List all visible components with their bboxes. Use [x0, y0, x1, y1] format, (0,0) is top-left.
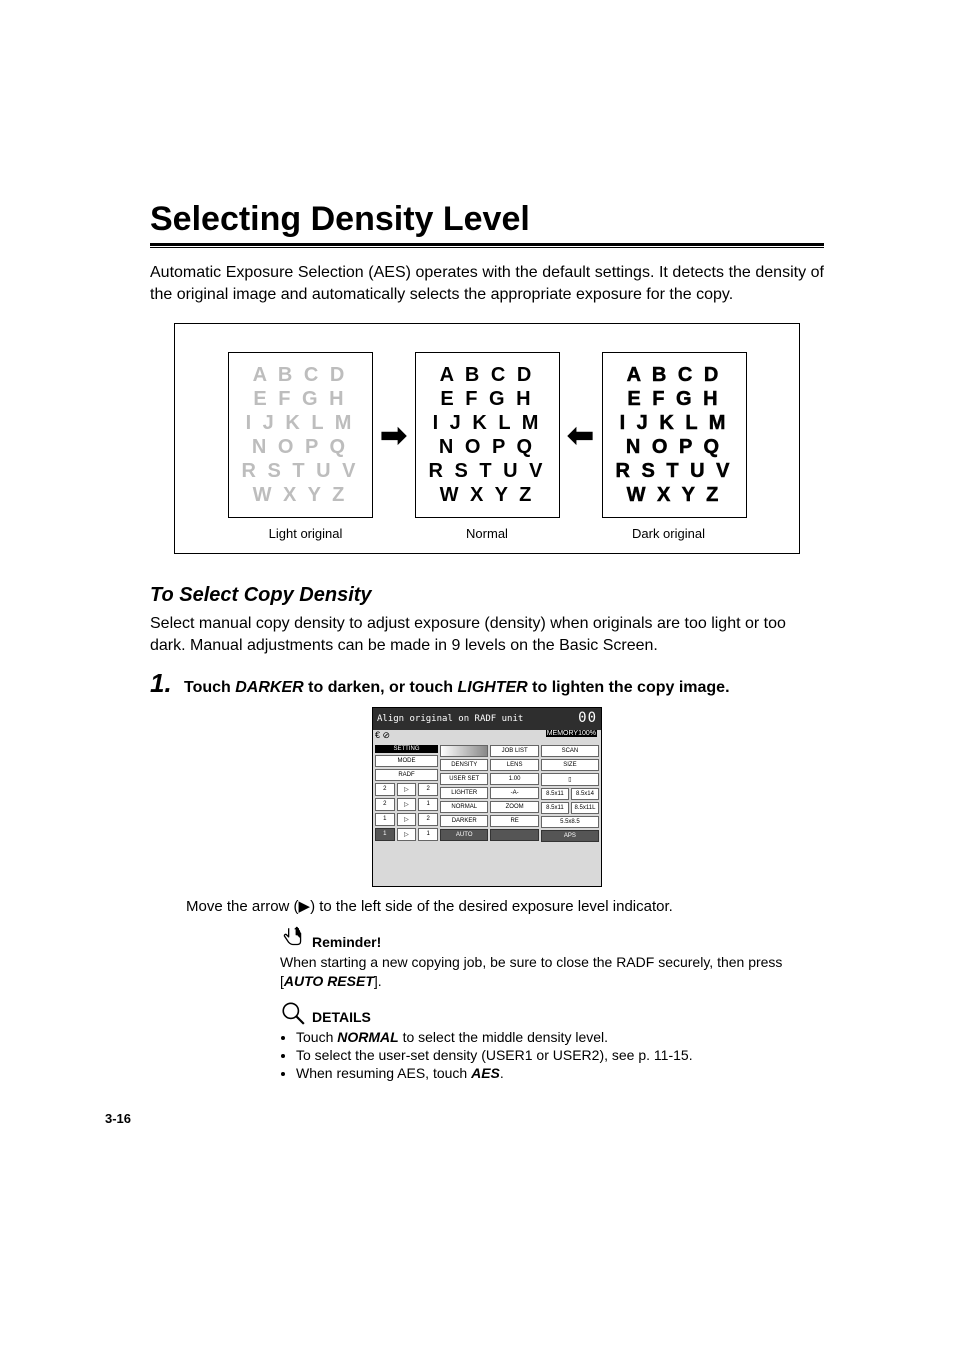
details-title: DETAILS — [312, 1008, 371, 1026]
screen-counter: 00 — [578, 710, 597, 726]
dark-sample: A B C D E F G H I J K L M N O P Q R S T … — [602, 352, 747, 518]
density-figure: A B C D E F G H I J K L M N O P Q R S T … — [174, 323, 800, 554]
screen-status-icons: € ⊘ — [375, 730, 390, 741]
screen-memory: MEMORY100% — [546, 730, 597, 737]
lens-label: LENS — [490, 759, 538, 771]
a-button[interactable]: -A- — [490, 787, 538, 799]
magnifier-icon — [280, 1000, 306, 1026]
reminder-body: When starting a new copying job, be sure… — [280, 953, 824, 989]
lens-value[interactable]: 1.00 — [490, 773, 538, 785]
triangle-right-icon: ▶ — [299, 898, 311, 915]
joblist-button[interactable]: JOB LIST — [490, 745, 538, 757]
darker-button[interactable]: DARKER — [440, 815, 488, 827]
subheading: To Select Copy Density — [150, 584, 824, 607]
select-body: Select manual copy density to adjust exp… — [150, 613, 824, 656]
step-number: 1. — [150, 668, 184, 699]
setting-header: SETTING — [375, 745, 438, 753]
density-grad — [440, 745, 488, 757]
normal-sample: A B C D E F G H I J K L M N O P Q R S T … — [415, 352, 560, 518]
reminder-block: Reminder! When starting a new copying jo… — [280, 925, 824, 989]
caption-dark: Dark original — [596, 526, 741, 541]
details-item-normal: Touch NORMAL to select the middle densit… — [296, 1028, 824, 1046]
size-label: SIZE — [541, 759, 599, 771]
move-arrow-text: Move the arrow (▶) to the left side of t… — [186, 897, 824, 915]
mode-label: MODE — [375, 755, 438, 767]
caption-light: Light original — [233, 526, 378, 541]
page-number: 3-16 — [105, 1111, 131, 1126]
intro-paragraph: Automatic Exposure Selection (AES) opera… — [150, 262, 824, 305]
details-item-aes: When resuming AES, touch AES. — [296, 1064, 824, 1082]
figure-captions: Light original Normal Dark original — [203, 526, 771, 541]
aps-button[interactable]: APS — [541, 830, 599, 842]
title-rule — [150, 243, 824, 248]
density-label: DENSITY — [440, 759, 488, 771]
lighter-button[interactable]: LIGHTER — [440, 787, 488, 799]
lens-auto[interactable] — [490, 829, 538, 841]
light-sample: A B C D E F G H I J K L M N O P Q R S T … — [228, 352, 373, 518]
re-button[interactable]: RE — [490, 815, 538, 827]
screen-topbar: Align original on RADF unit — [373, 708, 601, 730]
arrow-left-icon: ⬅ — [566, 416, 596, 454]
step-1: 1. Touch DARKER to darken, or touch LIGH… — [150, 668, 824, 699]
scan-button[interactable]: SCAN — [541, 745, 599, 757]
radf-button[interactable]: RADF — [375, 769, 438, 781]
details-item-userset: To select the user-set density (USER1 or… — [296, 1046, 824, 1064]
reminder-title: Reminder! — [312, 933, 381, 951]
auto-button[interactable]: AUTO — [440, 829, 488, 841]
arrow-right-icon: ➡ — [379, 416, 409, 454]
step-text: Touch DARKER to darken, or touch LIGHTER… — [184, 677, 730, 699]
details-list: Touch NORMAL to select the middle densit… — [280, 1028, 824, 1083]
details-block: DETAILS Touch NORMAL to select the middl… — [280, 1000, 824, 1083]
page-title: Selecting Density Level — [150, 200, 824, 239]
userset-button[interactable]: USER SET — [440, 773, 488, 785]
normal-button[interactable]: NORMAL — [440, 801, 488, 813]
caption-normal: Normal — [415, 526, 560, 541]
reminder-hand-icon — [280, 925, 306, 951]
zoom-button[interactable]: ZOOM — [490, 801, 538, 813]
lcd-screen-illustration: Align original on RADF unit 00 MEMORY100… — [372, 707, 602, 887]
size-icon[interactable]: ▯ — [541, 773, 599, 786]
